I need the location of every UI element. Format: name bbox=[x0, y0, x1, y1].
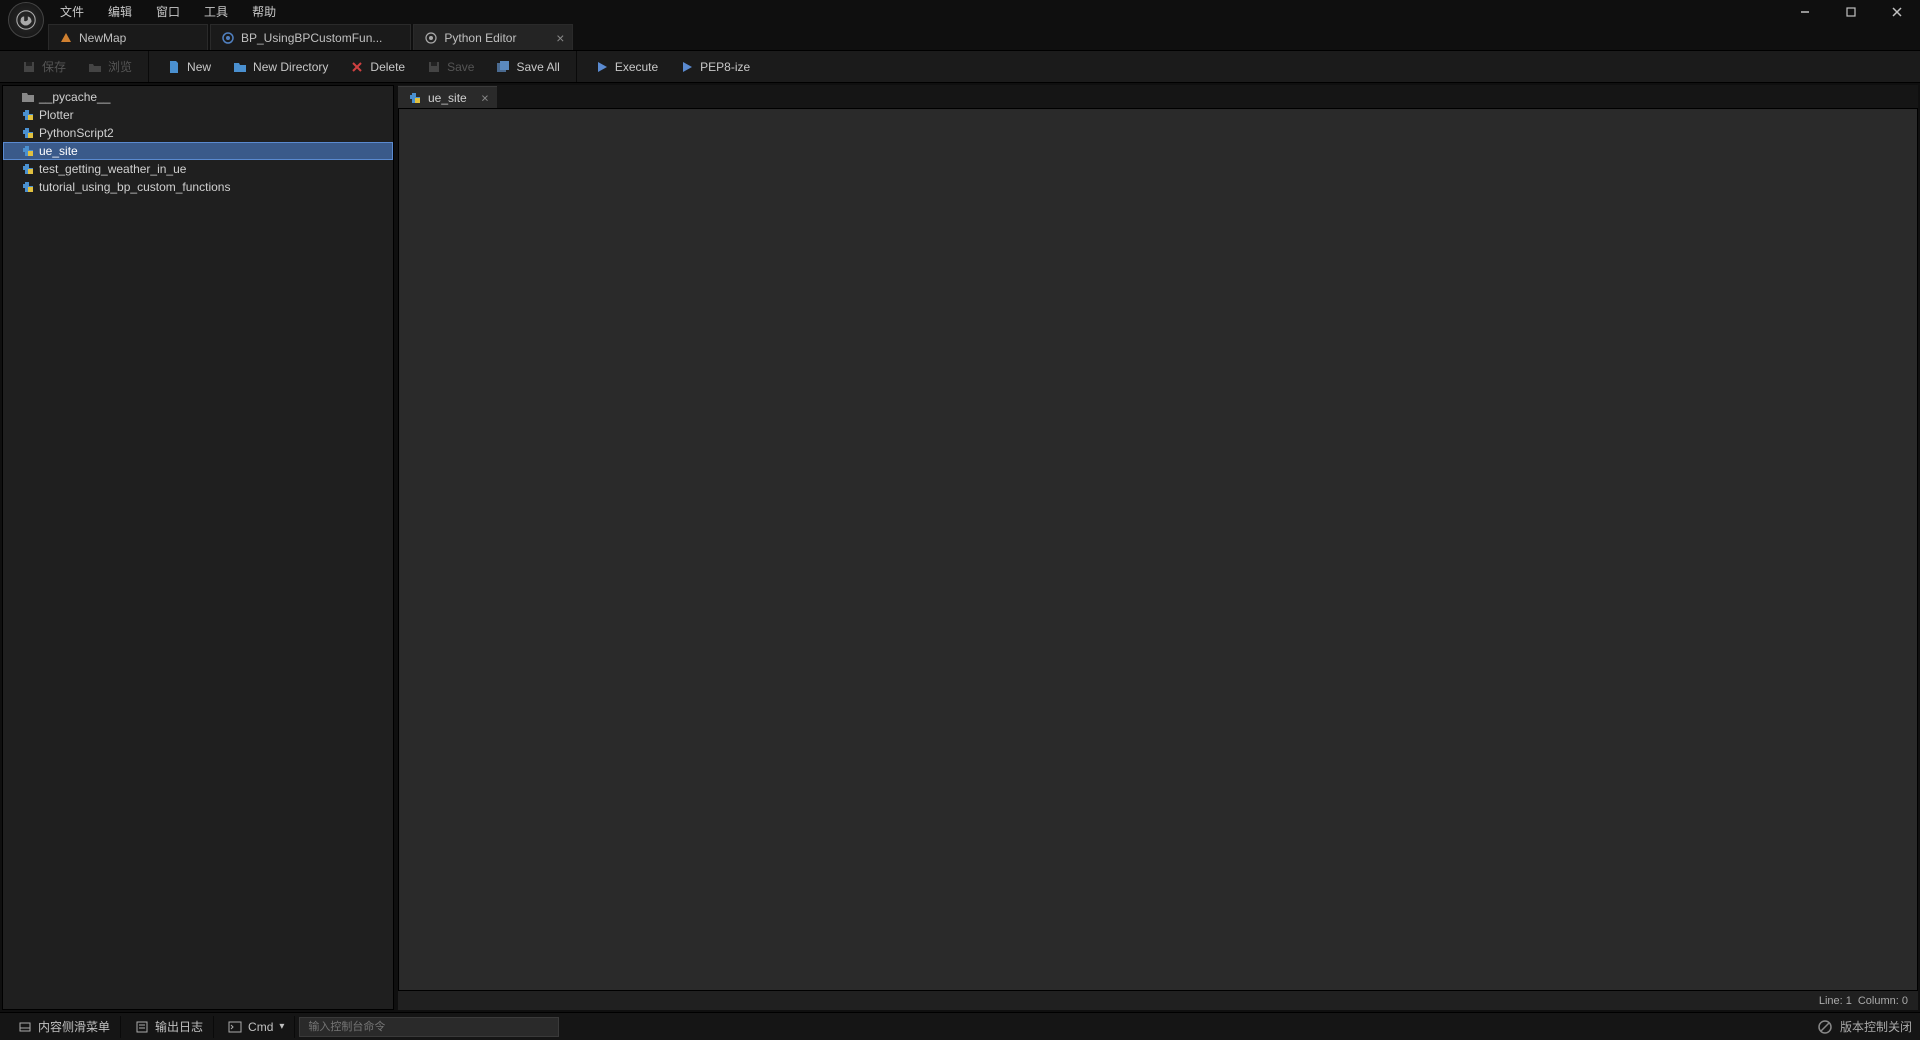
status-bar: 内容侧滑菜单 输出日志 Cmd ▾ 版本控制关闭 bbox=[0, 1012, 1920, 1040]
drawer-icon bbox=[18, 1020, 32, 1034]
tree-item-py[interactable]: tutorial_using_bp_custom_functions bbox=[3, 178, 393, 196]
log-icon bbox=[135, 1020, 149, 1034]
editor-status-bar: Line: 1 Column: 0 bbox=[398, 990, 1918, 1010]
editor-pane: ue_site × Line: 1 Column: 0 bbox=[398, 85, 1918, 1010]
folder-icon bbox=[21, 90, 35, 104]
source-control-icon bbox=[1818, 1020, 1832, 1034]
menu-file[interactable]: 文件 bbox=[48, 0, 96, 24]
blueprint-icon bbox=[221, 31, 235, 45]
output-log-button[interactable]: 输出日志 bbox=[125, 1016, 214, 1038]
maximize-button[interactable] bbox=[1828, 0, 1874, 23]
status-line: Line: 1 bbox=[1819, 995, 1852, 1007]
menu-bar: 文件 编辑 窗口 工具 帮助 bbox=[0, 0, 1920, 23]
tree-item-py[interactable]: Plotter bbox=[3, 106, 393, 124]
console-input[interactable] bbox=[299, 1017, 559, 1037]
tree-item-label: tutorial_using_bp_custom_functions bbox=[39, 180, 230, 194]
tree-item-label: Plotter bbox=[39, 108, 74, 122]
tree-item-py[interactable]: test_getting_weather_in_ue bbox=[3, 160, 393, 178]
tab-python-editor[interactable]: Python Editor × bbox=[413, 24, 573, 50]
save-all-icon bbox=[496, 60, 510, 74]
tab-label: Python Editor bbox=[444, 31, 516, 45]
tree-item-label: PythonScript2 bbox=[39, 126, 114, 140]
new-button[interactable]: New bbox=[157, 55, 221, 79]
menu-tools[interactable]: 工具 bbox=[192, 0, 240, 24]
editor-tab-ue-site[interactable]: ue_site × bbox=[398, 86, 497, 108]
close-icon[interactable]: × bbox=[481, 90, 489, 105]
folder-plus-icon bbox=[233, 60, 247, 74]
menu-edit[interactable]: 编辑 bbox=[96, 0, 144, 24]
editor-tab-label: ue_site bbox=[428, 91, 467, 105]
main-area: __pycache__ Plotter PythonScript2 ue_sit… bbox=[0, 83, 1920, 1012]
save-icon bbox=[427, 60, 441, 74]
unreal-logo-icon[interactable] bbox=[8, 2, 44, 38]
editor-tabs: ue_site × bbox=[398, 85, 1918, 109]
toolbar: 保存 浏览 New New Directory Delete Save bbox=[0, 51, 1920, 83]
python-icon bbox=[21, 180, 35, 194]
python-icon bbox=[21, 108, 35, 122]
bottom-right: 版本控制关闭 bbox=[1818, 1018, 1912, 1035]
folder-icon bbox=[88, 60, 102, 74]
file-icon bbox=[167, 60, 181, 74]
level-icon bbox=[59, 31, 73, 45]
tab-label: NewMap bbox=[79, 31, 126, 45]
tab-newmap[interactable]: NewMap bbox=[48, 24, 208, 50]
tree-item-py-selected[interactable]: ue_site bbox=[3, 142, 393, 160]
browse-button: 浏览 bbox=[78, 55, 142, 79]
window-controls bbox=[1782, 0, 1920, 23]
save-en-button: Save bbox=[417, 55, 484, 79]
save-button: 保存 bbox=[12, 55, 76, 79]
menu-help[interactable]: 帮助 bbox=[240, 0, 288, 24]
tree-item-label: __pycache__ bbox=[39, 90, 110, 104]
pep8-button[interactable]: PEP8-ize bbox=[670, 55, 760, 79]
save-icon bbox=[22, 60, 36, 74]
new-directory-button[interactable]: New Directory bbox=[223, 55, 338, 79]
close-icon[interactable]: × bbox=[556, 30, 564, 46]
source-control-label[interactable]: 版本控制关闭 bbox=[1840, 1018, 1912, 1035]
execute-button[interactable]: Execute bbox=[585, 55, 668, 79]
close-button[interactable] bbox=[1874, 0, 1920, 23]
delete-button[interactable]: Delete bbox=[340, 55, 415, 79]
python-icon bbox=[21, 126, 35, 140]
python-icon bbox=[408, 91, 422, 105]
tree-item-folder[interactable]: __pycache__ bbox=[3, 88, 393, 106]
play-icon bbox=[680, 60, 694, 74]
tab-blueprint[interactable]: BP_UsingBPCustomFun... bbox=[210, 24, 411, 50]
status-column: Column: 0 bbox=[1858, 995, 1908, 1007]
minimize-button[interactable] bbox=[1782, 0, 1828, 23]
tree-item-label: ue_site bbox=[39, 144, 78, 158]
tree-item-label: test_getting_weather_in_ue bbox=[39, 162, 186, 176]
terminal-icon bbox=[228, 1020, 242, 1034]
python-icon bbox=[21, 144, 35, 158]
cmd-dropdown[interactable]: Cmd ▾ bbox=[218, 1016, 295, 1038]
play-icon bbox=[595, 60, 609, 74]
tree-item-py[interactable]: PythonScript2 bbox=[3, 124, 393, 142]
file-tree[interactable]: __pycache__ Plotter PythonScript2 ue_sit… bbox=[3, 86, 393, 1009]
save-all-button[interactable]: Save All bbox=[486, 55, 569, 79]
tab-label: BP_UsingBPCustomFun... bbox=[241, 31, 382, 45]
chevron-down-icon: ▾ bbox=[279, 1021, 284, 1032]
code-editor[interactable] bbox=[398, 109, 1918, 990]
delete-icon bbox=[350, 60, 364, 74]
file-browser: __pycache__ Plotter PythonScript2 ue_sit… bbox=[2, 85, 394, 1010]
document-tabs: NewMap BP_UsingBPCustomFun... Python Edi… bbox=[0, 23, 1920, 51]
python-icon bbox=[21, 162, 35, 176]
menu-window[interactable]: 窗口 bbox=[144, 0, 192, 24]
python-editor-icon bbox=[424, 31, 438, 45]
content-drawer-button[interactable]: 内容侧滑菜单 bbox=[8, 1016, 121, 1038]
